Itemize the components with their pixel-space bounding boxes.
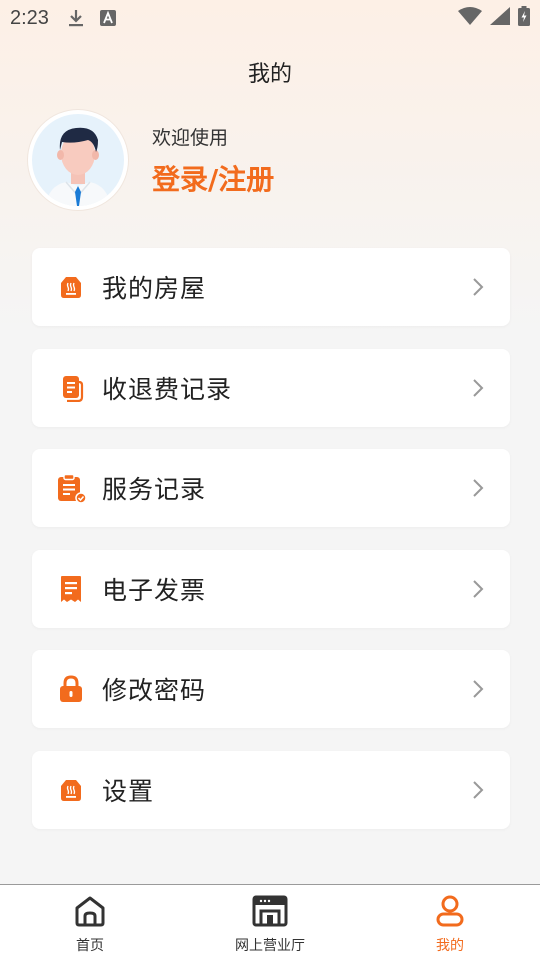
cell-signal-icon	[490, 6, 510, 30]
tab-label: 网上营业厅	[235, 938, 305, 954]
chevron-right-icon	[472, 478, 484, 498]
storefront-icon	[252, 895, 288, 931]
profile-section: 欢迎使用 登录/注册	[28, 110, 274, 210]
menu-item-label: 修改密码	[102, 676, 207, 705]
menu-item-payment-records[interactable]: 收退费记录	[32, 348, 510, 427]
tab-home[interactable]: 首页	[0, 885, 180, 960]
user-avatar-icon	[32, 114, 124, 206]
wifi-icon	[458, 6, 482, 30]
avatar[interactable]	[28, 110, 128, 210]
status-bar: 2:23	[0, 0, 540, 36]
menu-item-e-invoice[interactable]: 电子发票	[32, 549, 510, 628]
user-icon	[436, 895, 464, 931]
menu-item-label: 我的房屋	[102, 274, 207, 303]
chevron-right-icon	[472, 277, 484, 297]
tab-label: 我的	[436, 938, 464, 954]
menu-item-settings[interactable]: 设置	[32, 750, 510, 829]
settings-icon	[56, 775, 86, 805]
menu-item-change-password[interactable]: 修改密码	[32, 650, 510, 728]
clipboard-check-icon	[56, 473, 86, 503]
tab-mine[interactable]: 我的	[360, 885, 540, 960]
menu-item-label: 设置	[102, 776, 155, 806]
chevron-right-icon	[472, 579, 484, 599]
download-icon	[67, 8, 85, 28]
menu-list: 我的房屋 收退费记录 服务记录 电子发票 修改密码 设置	[32, 248, 510, 851]
tab-online-hall[interactable]: 网上营业厅	[180, 885, 360, 960]
invoice-icon	[56, 574, 86, 604]
receipt-icon	[56, 373, 86, 403]
menu-item-my-house[interactable]: 我的房屋	[32, 248, 510, 326]
welcome-text: 欢迎使用	[152, 126, 229, 149]
menu-item-label: 收退费记录	[102, 374, 233, 404]
chevron-right-icon	[472, 780, 484, 800]
status-time: 2:23	[10, 6, 49, 29]
login-register-link[interactable]: 登录/注册	[152, 158, 274, 198]
menu-item-label: 电子发票	[102, 575, 207, 605]
menu-item-service-records[interactable]: 服务记录	[32, 449, 510, 527]
chevron-right-icon	[472, 679, 484, 699]
chevron-right-icon	[472, 378, 484, 398]
lock-icon	[56, 674, 86, 704]
keyboard-a-icon	[99, 9, 117, 27]
battery-charging-icon	[518, 5, 530, 31]
bottom-tab-bar: 首页 网上营业厅 我的	[0, 884, 540, 960]
home-icon	[73, 895, 107, 931]
menu-item-label: 服务记录	[102, 475, 207, 504]
page-title: 我的	[247, 62, 292, 87]
house-icon	[56, 272, 86, 302]
tab-label: 首页	[76, 938, 104, 954]
